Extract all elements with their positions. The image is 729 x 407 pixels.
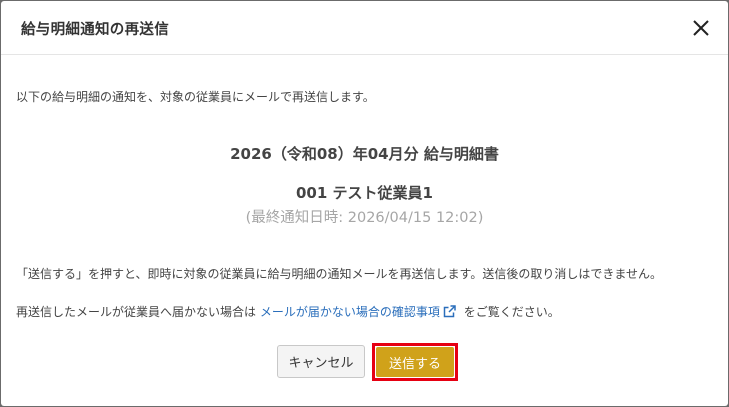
send-button[interactable]: 送信する <box>376 347 454 377</box>
last-notified-timestamp: (最終通知日時: 2026/04/15 12:02) <box>245 210 484 226</box>
close-button[interactable] <box>686 13 716 43</box>
dialog-header: 給与明細通知の再送信 <box>1 1 728 55</box>
help-text-prefix: 再送信したメールが従業員へ届かない場合は <box>16 305 257 319</box>
help-text-suffix: をご覧ください。 <box>463 305 560 319</box>
help-text: 再送信したメールが従業員へ届かない場合は メールが届かない場合の確認事項 をご覧… <box>16 303 560 320</box>
help-link-label: メールが届かない場合の確認事項 <box>259 305 440 319</box>
employee-name: 001 テスト従業員1 <box>296 184 433 202</box>
close-icon <box>693 20 709 36</box>
help-link[interactable]: メールが届かない場合の確認事項 <box>260 305 460 319</box>
resend-payslip-dialog: 給与明細通知の再送信 以下の給与明細の通知を、対象の従業員にメールで再送信します… <box>1 1 728 406</box>
dialog-title: 給与明細通知の再送信 <box>21 22 169 38</box>
dialog-body: 以下の給与明細の通知を、対象の従業員にメールで再送信します。 2026（令和08… <box>1 55 728 405</box>
intro-text: 以下の給与明細の通知を、対象の従業員にメールで再送信します。 <box>16 90 375 104</box>
cancel-button[interactable]: キャンセル <box>277 345 365 378</box>
payslip-title: 2026（令和08）年04月分 給与明細書 <box>230 145 499 163</box>
notice-text: 「送信する」を押すと、即時に対象の従業員に給与明細の通知メールを再送信します。送… <box>16 267 662 281</box>
external-link-icon <box>443 305 456 318</box>
